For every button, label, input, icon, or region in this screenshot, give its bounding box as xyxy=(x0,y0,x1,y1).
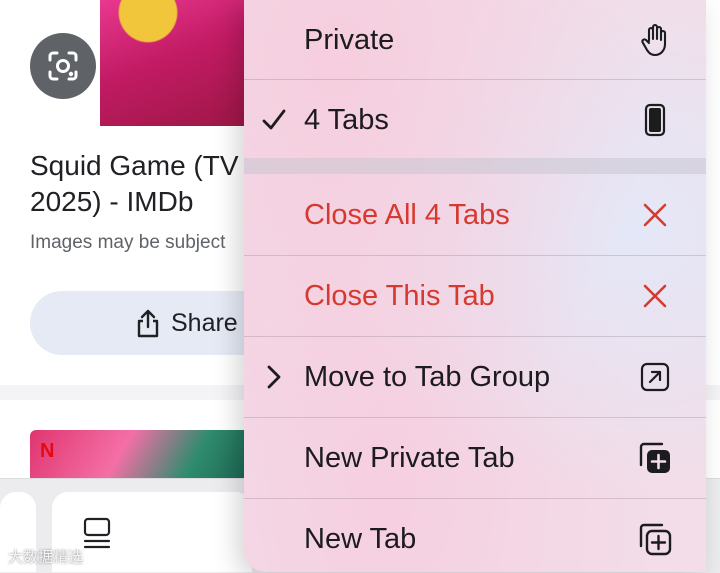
result-note: Images may be subject xyxy=(30,232,226,253)
arrow-up-right-square-icon xyxy=(626,362,684,392)
menu-item-private[interactable]: Private xyxy=(244,0,706,80)
menu-item-tab-count[interactable]: 4 Tabs xyxy=(244,80,706,160)
result-title[interactable]: Squid Game (TV 2025) - IMDb xyxy=(30,148,260,220)
result-title-line1: Squid Game (TV xyxy=(30,150,239,181)
result-title-line2: 2025) - IMDb xyxy=(30,186,194,217)
watermark: 大数据精选 xyxy=(8,549,84,566)
menu-item-label: Private xyxy=(304,23,395,56)
lens-icon xyxy=(48,51,78,81)
menu-item-label: Close This Tab xyxy=(304,279,495,312)
chevron-right-icon xyxy=(244,365,304,389)
tabs-context-menu: Private 4 Tabs Close All 4 Tabs Close Th… xyxy=(244,0,706,572)
share-label: Share xyxy=(171,308,238,337)
menu-item-label: Close All 4 Tabs xyxy=(304,198,510,231)
netflix-logo: N xyxy=(40,440,55,462)
result-image[interactable] xyxy=(100,0,260,126)
menu-item-label: New Private Tab xyxy=(304,441,515,474)
plus-square-on-square-filled-icon xyxy=(626,441,684,475)
plus-square-on-square-icon xyxy=(626,522,684,556)
menu-item-close-all-tabs[interactable]: Close All 4 Tabs xyxy=(244,175,706,255)
menu-item-close-this-tab[interactable]: Close This Tab xyxy=(244,256,706,336)
phone-icon xyxy=(626,103,684,137)
tab-overview-icon xyxy=(83,517,111,549)
menu-item-label: New Tab xyxy=(304,522,417,555)
menu-group-separator xyxy=(244,158,706,174)
menu-item-move-to-tab-group[interactable]: Move to Tab Group xyxy=(244,337,706,417)
close-icon xyxy=(626,283,684,309)
menu-item-new-private-tab[interactable]: New Private Tab xyxy=(244,418,706,498)
menu-item-label: Move to Tab Group xyxy=(304,360,551,393)
close-icon xyxy=(626,202,684,228)
hand-icon xyxy=(626,23,684,57)
menu-item-new-tab[interactable]: New Tab xyxy=(244,499,706,572)
checkmark-icon xyxy=(244,109,304,131)
menu-item-label: 4 Tabs xyxy=(304,103,389,136)
share-icon xyxy=(137,309,159,338)
result-image-2[interactable] xyxy=(30,430,260,480)
lens-button[interactable] xyxy=(30,33,96,99)
